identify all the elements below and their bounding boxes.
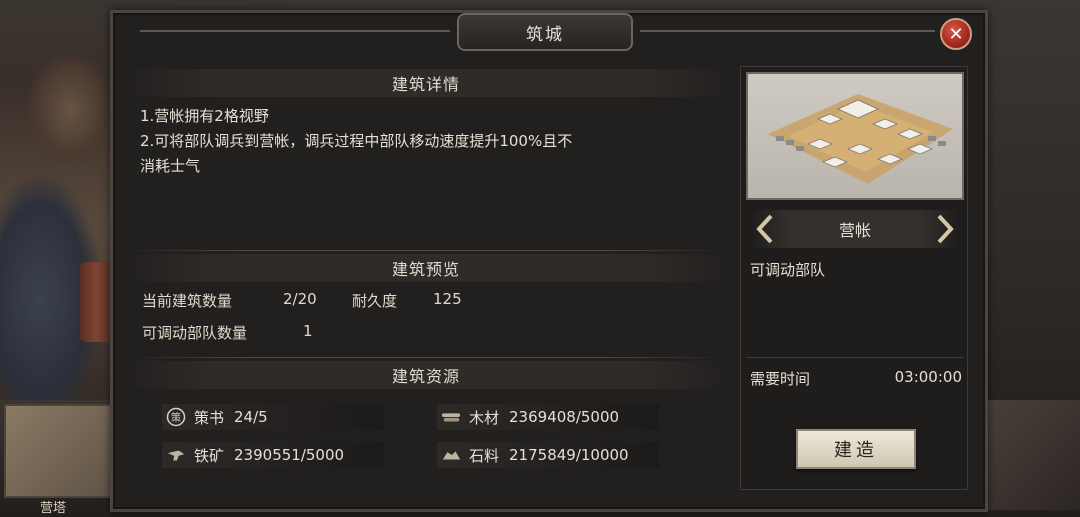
details-line-3: 消耗士气 [140,157,201,175]
building-count-value: 2/20 [283,290,317,308]
durability-label: 耐久度 [352,292,398,310]
background-scroll [80,262,112,342]
panel-title: 筑城 [457,13,633,51]
preview-header: 建筑预览 [126,254,726,282]
troops-value: 1 [303,322,313,340]
details-line-1: 1.营帐拥有2格视野 [140,107,269,125]
building-preview-image [746,72,964,200]
time-label: 需要时间 [750,370,811,388]
background-building-thumbnail [4,404,116,498]
previous-building-button[interactable] [752,210,778,248]
chevron-left-icon [756,214,773,244]
resource-label: 策书 [194,408,225,427]
resource-label: 铁矿 [194,446,225,465]
resource-value: 2175849/10000 [509,446,629,464]
building-description: 可调动部队 [750,261,826,279]
title-ornament-right [640,30,935,32]
durability-value: 125 [433,290,462,308]
time-value: 03:00:00 [894,368,962,386]
resource-iron-ore: 铁矿 2390551/5000 [162,442,384,468]
time-divider [746,357,964,358]
building-count-label: 当前建筑数量 [142,292,233,310]
troops-label: 可调动部队数量 [142,324,248,342]
section-divider [126,250,726,251]
details-description: 1.营帐拥有2格视野 2.可将部队调兵到营帐，调兵过程中部队移动速度提升100%… [140,104,730,179]
section-divider [126,357,726,358]
close-icon: ✕ [948,23,964,45]
resource-wood: 木材 2369408/5000 [437,404,659,430]
resource-value: 24/5 [234,408,268,426]
strategy-book-icon: 策 [166,407,186,427]
resource-stone: 石料 2175849/10000 [437,442,659,468]
resource-label: 石料 [469,446,500,465]
resource-label: 木材 [469,408,500,427]
build-button[interactable]: 建造 [796,429,916,469]
title-ornament-left [140,30,450,32]
resource-value: 2369408/5000 [509,408,620,426]
building-name-selector: 营帐 [750,210,960,248]
resource-strategy-book: 策 策书 24/5 [162,404,384,430]
wood-icon [441,407,461,427]
stone-icon [441,445,461,465]
resource-value: 2390551/5000 [234,446,345,464]
iron-ore-icon [166,445,186,465]
svg-text:策: 策 [171,411,181,424]
details-line-2: 2.可将部队调兵到营帐，调兵过程中部队移动速度提升100%且不 [140,132,573,150]
build-time-row: 需要时间 03:00:00 [750,368,962,389]
close-button[interactable]: ✕ [940,18,972,50]
chevron-right-icon [937,214,954,244]
details-header: 建筑详情 [126,69,726,97]
background-tab-label: 营塔 [40,501,67,516]
next-building-button[interactable] [932,210,958,248]
resources-header: 建筑资源 [126,361,726,389]
background-right-thumbnail [985,400,1080,510]
building-name: 营帐 [838,221,871,240]
